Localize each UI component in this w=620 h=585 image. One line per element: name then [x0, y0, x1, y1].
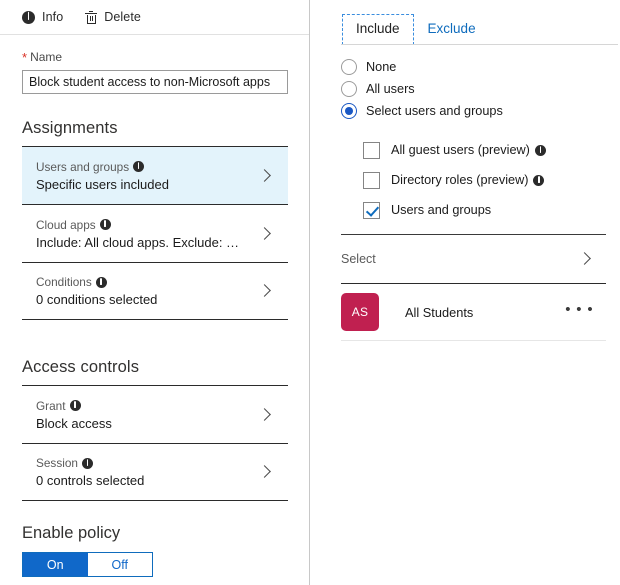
- include-scope-radio-group: None All users Select users and groups: [311, 44, 620, 122]
- access-control-row-text: Session 0 controls selected: [36, 456, 256, 488]
- assignment-row-title-text: Users and groups: [36, 159, 130, 174]
- info-circle-icon[interactable]: [69, 400, 81, 411]
- chevron-right-icon: [256, 406, 274, 424]
- radio-option-all-users[interactable]: All users: [341, 78, 620, 100]
- assignment-row-subtitle: Specific users included: [36, 176, 169, 192]
- conditional-access-policy-screen: Info Delete * Name Assignments Us: [0, 0, 620, 585]
- assignment-row-title-text: Conditions: [36, 275, 92, 289]
- access-control-row-grant[interactable]: Grant Block access: [22, 385, 288, 443]
- tabs-divider: [341, 44, 618, 45]
- radio-option-none[interactable]: None: [341, 56, 620, 78]
- access-control-row-text: Grant Block access: [36, 399, 256, 431]
- checkbox-option-directory-roles[interactable]: Directory roles (preview): [363, 165, 620, 195]
- command-toolbar: Info Delete: [0, 0, 309, 34]
- access-control-row-session[interactable]: Session 0 controls selected: [22, 443, 288, 501]
- enable-policy-block: Enable policy On Off: [0, 524, 310, 577]
- access-control-row-subtitle: 0 controls selected: [36, 473, 145, 488]
- checkbox-option-all-guest-users[interactable]: All guest users (preview): [363, 135, 620, 165]
- toolbar-divider: [0, 34, 309, 35]
- info-circle-icon: [22, 10, 35, 24]
- access-control-row-title: Grant: [36, 399, 256, 413]
- include-target-checkbox-group: All guest users (preview) Directory role…: [311, 122, 620, 225]
- enable-policy-off-option[interactable]: Off: [87, 553, 152, 576]
- more-options-icon[interactable]: • • •: [559, 298, 600, 326]
- assignment-row-title: Cloud apps: [36, 218, 256, 232]
- checkbox-label-text: Directory roles (preview): [391, 173, 529, 187]
- checkbox-icon: [363, 141, 380, 159]
- radio-button-icon: [341, 59, 357, 75]
- policy-name-input[interactable]: [22, 70, 288, 94]
- name-field-label: * Name: [22, 50, 287, 64]
- name-label-text: Name: [30, 50, 63, 64]
- info-circle-icon[interactable]: [533, 174, 545, 186]
- assignment-row-cloud-apps[interactable]: Cloud apps Include: All cloud apps. Excl…: [22, 204, 288, 262]
- access-control-row-title-text: Session: [36, 456, 78, 470]
- assignment-row-subtitle: Include: All cloud apps. Exclude: …: [36, 234, 240, 250]
- info-button[interactable]: Info: [22, 10, 63, 24]
- assignment-row-subtitle: 0 conditions selected: [36, 292, 158, 307]
- checkbox-option-users-and-groups[interactable]: Users and groups: [363, 195, 620, 225]
- assignment-row-title: Users and groups: [36, 160, 256, 174]
- radio-option-none-label: None: [366, 60, 397, 74]
- delete-button[interactable]: Delete: [85, 10, 141, 24]
- assignment-row-users-and-groups[interactable]: Users and groups Specific users included: [22, 146, 288, 204]
- assignments-list: Users and groups Specific users included…: [0, 146, 310, 320]
- info-circle-icon[interactable]: [81, 457, 93, 469]
- assignment-row-text: Users and groups Specific users included: [36, 160, 256, 192]
- checkbox-option-all-guest-users-label: All guest users (preview): [391, 143, 546, 157]
- info-circle-icon[interactable]: [99, 219, 111, 230]
- info-circle-icon[interactable]: [95, 276, 107, 288]
- access-controls-heading: Access controls: [22, 358, 140, 376]
- access-controls-list: Grant Block access Session 0 controls se…: [0, 385, 310, 501]
- assignment-row-conditions[interactable]: Conditions 0 conditions selected: [22, 262, 288, 320]
- assignment-row-text: Cloud apps Include: All cloud apps. Excl…: [36, 218, 256, 250]
- enable-policy-toggle[interactable]: On Off: [22, 552, 153, 577]
- checkbox-icon: [363, 171, 380, 189]
- include-exclude-tabs: Include Exclude: [311, 0, 620, 45]
- checkbox-label-text: Users and groups: [391, 203, 492, 217]
- name-field-block: * Name: [0, 34, 309, 94]
- info-circle-icon[interactable]: [133, 161, 145, 172]
- selected-group-name: All Students: [405, 304, 474, 320]
- chevron-right-icon: [256, 225, 274, 243]
- required-asterisk: *: [22, 49, 28, 65]
- assignment-row-title: Conditions: [36, 275, 256, 289]
- delete-button-label: Delete: [104, 10, 141, 24]
- radio-option-select-users-and-groups-label: Select users and groups: [366, 104, 503, 118]
- chevron-right-icon: [256, 463, 274, 481]
- access-control-row-title-text: Grant: [36, 398, 66, 413]
- radio-button-selected-icon: [341, 103, 357, 119]
- info-circle-icon[interactable]: [534, 144, 546, 156]
- assignment-row-title-text: Cloud apps: [36, 217, 96, 232]
- tab-exclude[interactable]: Exclude: [413, 13, 490, 45]
- radio-button-icon: [341, 81, 357, 97]
- checkbox-option-directory-roles-label: Directory roles (preview): [391, 173, 545, 187]
- assignments-heading: Assignments: [22, 119, 118, 137]
- tab-include[interactable]: Include: [342, 13, 414, 45]
- radio-option-select-users-and-groups[interactable]: Select users and groups: [341, 100, 620, 122]
- chevron-right-icon: [576, 250, 594, 268]
- selected-group-row[interactable]: AS All Students • • •: [341, 284, 606, 341]
- checkbox-option-users-and-groups-label: Users and groups: [391, 203, 491, 217]
- access-control-row-subtitle: Block access: [36, 415, 112, 431]
- avatar: AS: [341, 293, 379, 331]
- select-row-label: Select: [341, 252, 376, 266]
- trash-icon: [85, 10, 98, 24]
- select-users-and-groups-row[interactable]: Select: [341, 234, 606, 284]
- chevron-right-icon: [256, 282, 274, 300]
- info-button-label: Info: [42, 10, 64, 24]
- checkbox-checked-icon: [363, 201, 380, 219]
- checkbox-label-text: All guest users (preview): [391, 143, 530, 157]
- users-and-groups-pane: Include Exclude None All users Select us…: [311, 0, 620, 585]
- access-control-row-title: Session: [36, 456, 256, 470]
- enable-policy-label: Enable policy: [22, 524, 121, 542]
- policy-detail-pane: Info Delete * Name Assignments Us: [0, 0, 310, 585]
- assignment-row-text: Conditions 0 conditions selected: [36, 275, 256, 307]
- chevron-right-icon: [256, 167, 274, 185]
- radio-option-all-users-label: All users: [366, 82, 415, 96]
- enable-policy-on-option[interactable]: On: [23, 553, 88, 576]
